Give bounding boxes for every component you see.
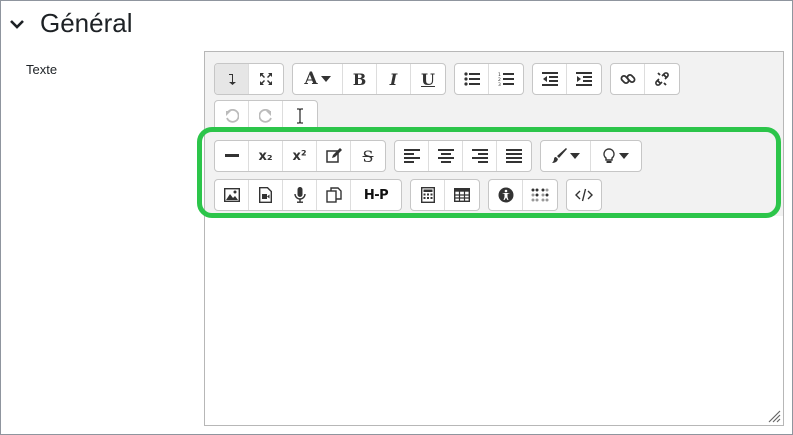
list-ul-icon [463,72,480,86]
indent-icon [576,72,592,86]
underline-button[interactable]: U [411,64,445,94]
toolbar-group-indent [532,63,602,95]
expand-icon [260,73,272,85]
undo-icon [225,109,239,123]
link-button[interactable] [611,64,645,94]
unordered-list-button[interactable] [455,64,489,94]
unlink-button[interactable] [645,64,679,94]
text-editor[interactable]: A B I U 123 x₂ x² S H-P [204,51,784,426]
resize-handle-icon[interactable] [767,409,781,423]
chevron-down-icon[interactable] [8,15,26,33]
outdent-icon [541,72,558,86]
redo-icon [258,109,272,123]
section-title: Général [40,8,133,38]
paragraph-styles-button[interactable]: A [293,64,343,94]
fullscreen-button[interactable] [249,64,283,94]
svg-text:3: 3 [498,82,501,86]
text-cursor-icon [297,108,303,124]
show-more-buttons-button[interactable] [215,64,249,94]
list-ol-icon: 123 [498,72,514,86]
field-label: Texte [26,62,58,77]
bold-icon: B [352,69,367,89]
toolbar-group-lists: 123 [454,63,524,95]
highlight-annotation [197,127,781,218]
font-icon: A [304,69,318,89]
toolbar-group-links [610,63,680,95]
ordered-list-button[interactable]: 123 [489,64,523,94]
underline-icon: U [421,69,435,89]
toolbar-group-toggle [214,63,284,95]
arrow-down-icon [228,74,236,85]
caret-down-icon [320,76,331,82]
toolbar-row-1: A B I U 123 [214,63,688,95]
link-icon [620,74,635,84]
italic-icon: I [389,69,398,89]
section-header[interactable]: Général [8,8,133,39]
indent-button[interactable] [567,64,601,94]
toolbar-group-style: A B I U [292,63,446,95]
bold-button[interactable]: B [343,64,377,94]
outdent-button[interactable] [533,64,567,94]
unlink-icon [655,72,669,86]
italic-button[interactable]: I [377,64,411,94]
